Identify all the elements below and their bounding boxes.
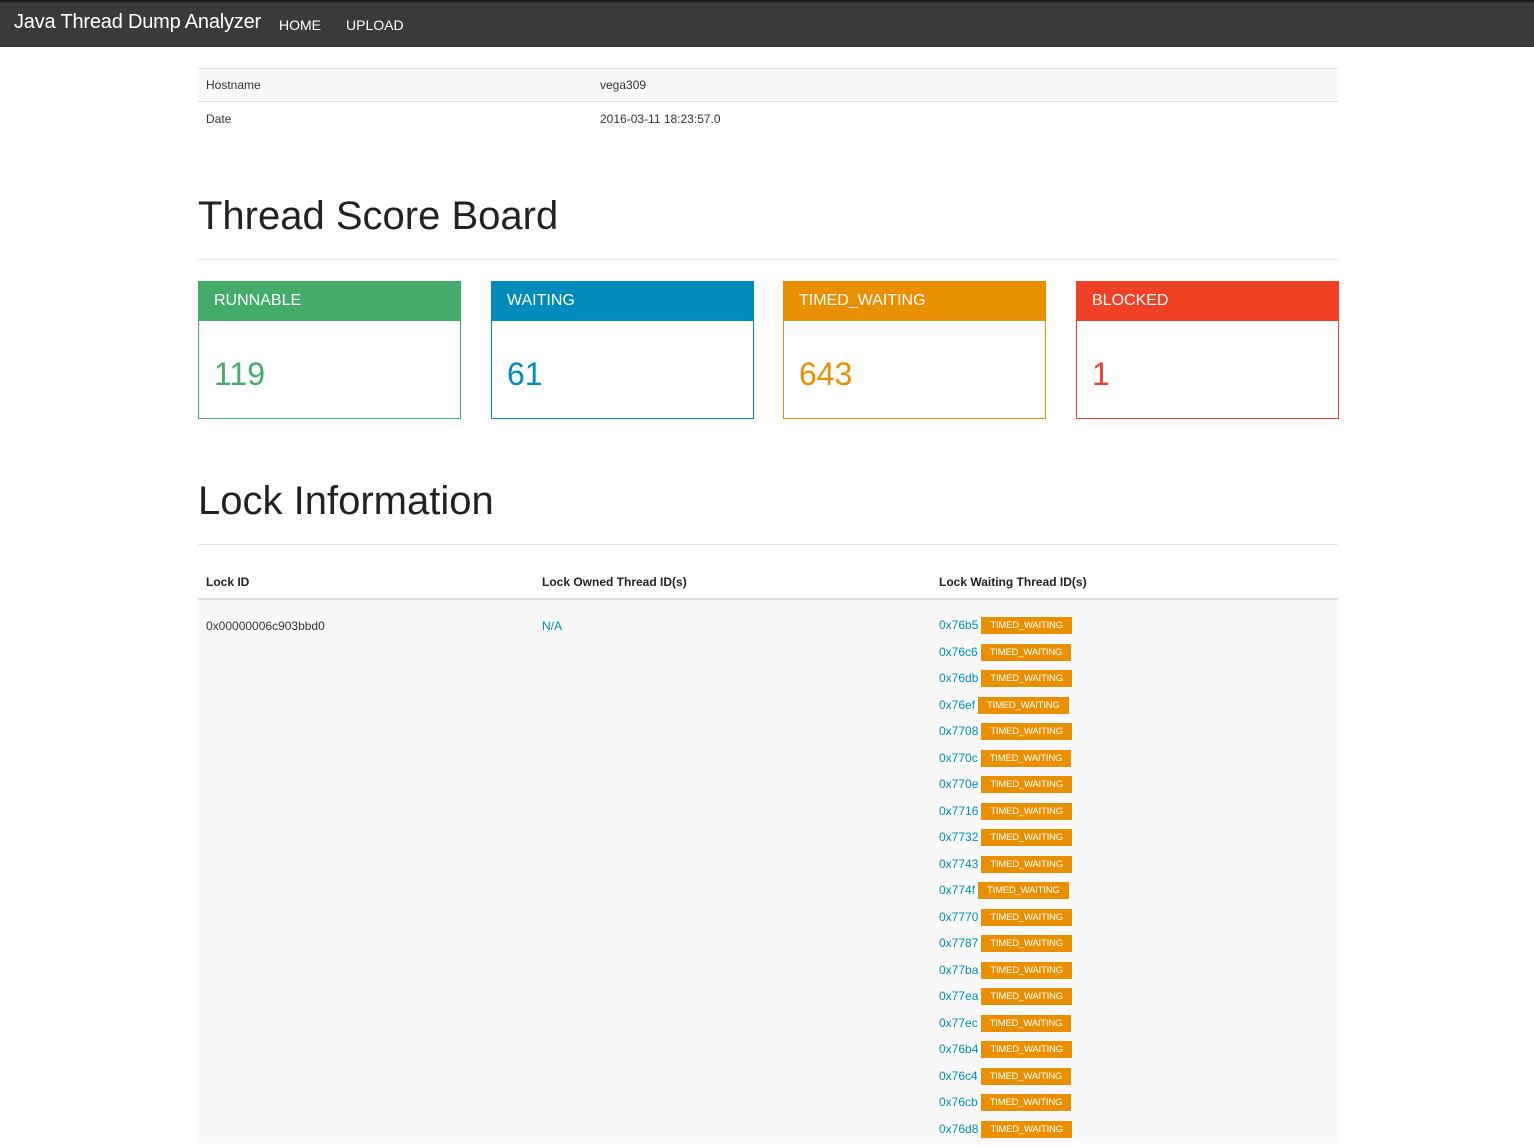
panel-count: 1 [1092, 356, 1110, 393]
thread-state-badge: TIMED_WAITING [981, 1094, 1072, 1111]
info-row-hostname: Hostname vega309 [198, 69, 1338, 102]
waiting-thread-item: 0x76b4TIMED_WAITING [939, 1041, 1072, 1068]
thread-id-link[interactable]: 0x770e [939, 777, 978, 791]
panel-title: RUNNABLE [199, 282, 460, 321]
thread-state-badge: TIMED_WAITING [981, 856, 1072, 873]
info-key: Hostname [206, 78, 261, 92]
waiting-thread-item: 0x76c6TIMED_WAITING [939, 644, 1072, 671]
panel-title: BLOCKED [1077, 282, 1338, 321]
scoreboard-heading: Thread Score Board [198, 194, 558, 239]
waiting-thread-item: 0x7770TIMED_WAITING [939, 909, 1072, 936]
panel-count: 643 [799, 356, 852, 393]
thread-state-badge: TIMED_WAITING [981, 1068, 1072, 1085]
waiting-thread-item: 0x76efTIMED_WAITING [939, 697, 1072, 724]
waiting-thread-item: 0x77ecTIMED_WAITING [939, 1015, 1072, 1042]
thread-id-link[interactable]: 0x77ec [939, 1016, 978, 1030]
thread-id-link[interactable]: 0x7716 [939, 804, 978, 818]
thread-id-link[interactable]: 0x76db [939, 671, 978, 685]
thread-id-link[interactable]: 0x774f [939, 883, 975, 897]
col-lock-waiting: Lock Waiting Thread ID(s) [939, 575, 1087, 589]
thread-id-link[interactable]: 0x76cb [939, 1095, 978, 1109]
thread-state-badge: TIMED_WAITING [981, 750, 1072, 767]
top-navbar: Java Thread Dump Analyzer HOME UPLOAD [0, 0, 1534, 47]
dump-info-table: Hostname vega309 Date 2016-03-11 18:23:5… [198, 68, 1338, 135]
thread-state-badge: TIMED_WAITING [981, 909, 1072, 926]
lock-info-divider [198, 544, 1338, 545]
thread-state-badge: TIMED_WAITING [981, 829, 1072, 846]
thread-state-badge: TIMED_WAITING [981, 670, 1072, 687]
waiting-thread-item: 0x77baTIMED_WAITING [939, 962, 1072, 989]
waiting-thread-item: 0x770eTIMED_WAITING [939, 776, 1072, 803]
col-lock-id: Lock ID [206, 575, 249, 589]
waiting-thread-item: 0x7716TIMED_WAITING [939, 803, 1072, 830]
thread-id-link[interactable]: 0x770c [939, 751, 978, 765]
lock-table-row: 0x00000006c903bbd0 N/A 0x76b5TIMED_WAITI… [198, 600, 1338, 1143]
thread-id-link[interactable]: 0x7708 [939, 724, 978, 738]
waiting-thread-list: 0x76b5TIMED_WAITING0x76c6TIMED_WAITING0x… [939, 617, 1072, 1147]
col-lock-owner: Lock Owned Thread ID(s) [542, 575, 687, 589]
nav-upload-link[interactable]: UPLOAD [346, 17, 404, 33]
waiting-thread-item: 0x7743TIMED_WAITING [939, 856, 1072, 883]
thread-state-badge: TIMED_WAITING [981, 962, 1072, 979]
thread-state-badge: TIMED_WAITING [981, 988, 1072, 1005]
info-value: vega309 [600, 78, 646, 92]
waiting-thread-item: 0x76c4TIMED_WAITING [939, 1068, 1072, 1095]
thread-state-badge: TIMED_WAITING [981, 1121, 1072, 1138]
thread-id-link[interactable]: 0x77ea [939, 989, 978, 1003]
panel-timed-waiting: TIMED_WAITING 643 [783, 281, 1046, 419]
thread-id-link[interactable]: 0x76c4 [939, 1069, 978, 1083]
panel-blocked: BLOCKED 1 [1076, 281, 1339, 419]
info-value: 2016-03-11 18:23:57.0 [600, 112, 721, 126]
waiting-thread-item: 0x7787TIMED_WAITING [939, 935, 1072, 962]
thread-state-badge: TIMED_WAITING [981, 723, 1072, 740]
thread-state-badge: TIMED_WAITING [981, 644, 1072, 661]
panel-count: 119 [214, 356, 265, 393]
scoreboard-divider [198, 259, 1338, 260]
thread-id-link[interactable]: 0x76b5 [939, 618, 978, 632]
lock-owner-link[interactable]: N/A [542, 619, 562, 633]
thread-id-link[interactable]: 0x7787 [939, 936, 978, 950]
thread-state-badge: TIMED_WAITING [981, 803, 1072, 820]
thread-state-badge: TIMED_WAITING [981, 617, 1072, 634]
thread-id-link[interactable]: 0x7732 [939, 830, 978, 844]
thread-state-badge: TIMED_WAITING [981, 1041, 1072, 1058]
thread-state-badge: TIMED_WAITING [978, 882, 1069, 899]
info-key: Date [206, 112, 231, 126]
thread-state-badge: TIMED_WAITING [981, 1015, 1072, 1032]
thread-id-link[interactable]: 0x76b4 [939, 1042, 978, 1056]
thread-id-link[interactable]: 0x77ba [939, 963, 978, 977]
waiting-thread-item: 0x76dbTIMED_WAITING [939, 670, 1072, 697]
thread-id-link[interactable]: 0x76c6 [939, 645, 978, 659]
thread-id-link[interactable]: 0x7770 [939, 910, 978, 924]
waiting-thread-item: 0x7708TIMED_WAITING [939, 723, 1072, 750]
info-row-date: Date 2016-03-11 18:23:57.0 [198, 102, 1338, 135]
waiting-thread-item: 0x774fTIMED_WAITING [939, 882, 1072, 909]
waiting-thread-item: 0x77eaTIMED_WAITING [939, 988, 1072, 1015]
thread-id-link[interactable]: 0x76d8 [939, 1122, 978, 1136]
panel-runnable: RUNNABLE 119 [198, 281, 461, 419]
waiting-thread-item: 0x76cbTIMED_WAITING [939, 1094, 1072, 1121]
lock-table-header: Lock ID Lock Owned Thread ID(s) Lock Wai… [198, 560, 1338, 600]
thread-state-badge: TIMED_WAITING [978, 697, 1069, 714]
waiting-thread-item: 0x76d8TIMED_WAITING [939, 1121, 1072, 1147]
lock-id-cell: 0x00000006c903bbd0 [206, 619, 325, 633]
panel-title: TIMED_WAITING [784, 282, 1045, 321]
thread-id-link[interactable]: 0x7743 [939, 857, 978, 871]
waiting-thread-item: 0x770cTIMED_WAITING [939, 750, 1072, 777]
thread-state-badge: TIMED_WAITING [981, 776, 1072, 793]
brand-link[interactable]: Java Thread Dump Analyzer [14, 11, 261, 34]
thread-id-link[interactable]: 0x76ef [939, 698, 975, 712]
panel-title: WAITING [492, 282, 753, 321]
waiting-thread-item: 0x76b5TIMED_WAITING [939, 617, 1072, 644]
nav-home-link[interactable]: HOME [279, 17, 321, 33]
panel-count: 61 [507, 356, 543, 393]
panel-waiting: WAITING 61 [491, 281, 754, 419]
lock-info-heading: Lock Information [198, 479, 494, 524]
waiting-thread-item: 0x7732TIMED_WAITING [939, 829, 1072, 856]
thread-state-badge: TIMED_WAITING [981, 935, 1072, 952]
